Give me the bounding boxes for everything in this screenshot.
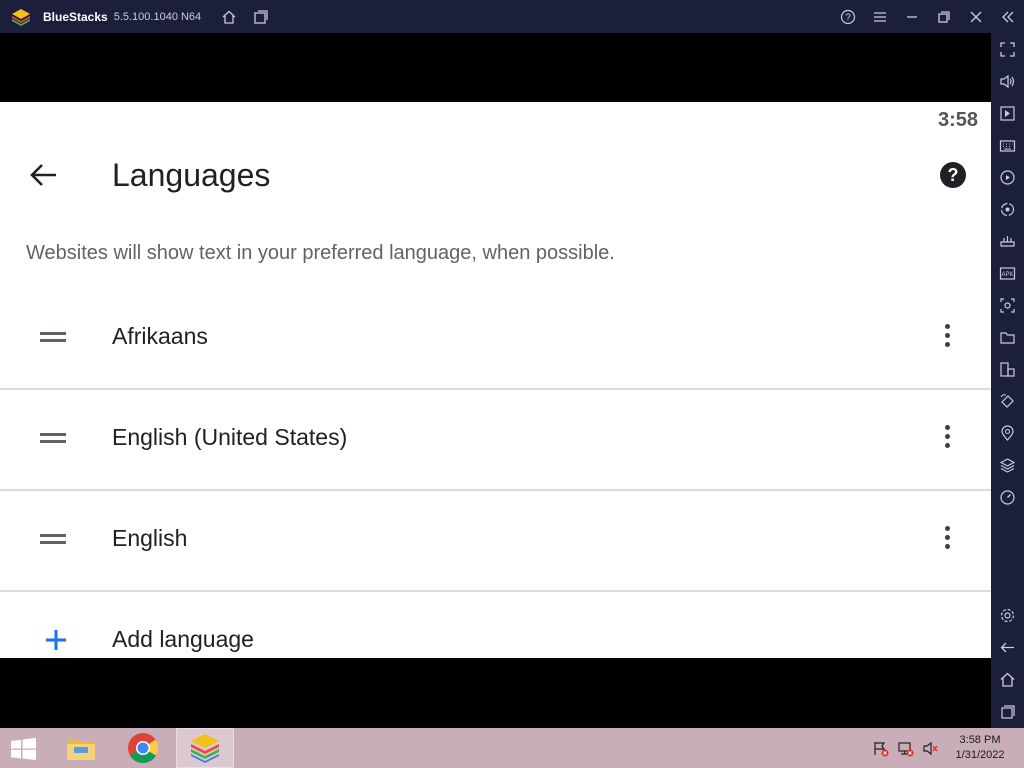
clock-time: 3:58 PM — [959, 734, 1001, 746]
home-icon[interactable] — [221, 9, 237, 25]
help-icon[interactable]: ? — [840, 9, 856, 25]
minimize-icon[interactable] — [904, 9, 920, 25]
add-language-button[interactable]: Add language — [0, 594, 991, 658]
chrome-languages-settings: 3:58 Languages ? Websites will show text… — [0, 102, 991, 658]
menu-icon[interactable] — [872, 9, 888, 25]
system-tray — [872, 740, 939, 762]
help-circle-icon[interactable]: ? — [938, 160, 968, 190]
language-row[interactable]: English (United States) — [0, 391, 991, 491]
folder-icon[interactable] — [999, 329, 1016, 346]
action-center-flag-icon[interactable] — [872, 740, 889, 762]
location-icon[interactable] — [999, 425, 1016, 442]
taskbar-clock[interactable]: 3:58 PM 1/31/2022 — [950, 733, 1010, 763]
bluestacks-icon[interactable] — [176, 728, 234, 768]
language-name: English — [112, 525, 188, 551]
bluestacks-logo — [12, 8, 30, 26]
install-apk-icon[interactable]: APK — [999, 265, 1016, 282]
drag-handle-icon[interactable] — [40, 534, 66, 548]
controls-icon[interactable] — [999, 233, 1016, 250]
svg-text:?: ? — [845, 12, 851, 23]
media-manager-icon[interactable] — [999, 105, 1016, 122]
status-bar-time: 3:58 — [937, 109, 978, 131]
recent-apps-icon[interactable] — [999, 703, 1016, 720]
more-options-icon[interactable] — [938, 425, 956, 455]
more-options-icon[interactable] — [938, 324, 956, 354]
layers-icon[interactable] — [999, 457, 1016, 474]
back-arrow-icon[interactable] — [26, 160, 62, 190]
macro-icon[interactable] — [999, 169, 1016, 186]
app-version: 5.5.100.1040 N64 — [113, 10, 202, 23]
rotate-icon[interactable] — [999, 393, 1016, 410]
bluestacks-titlebar: BlueStacks 5.5.100.1040 N64 ? — [0, 0, 1024, 33]
collapse-sidebar-icon[interactable] — [1000, 9, 1016, 25]
multi-instance-icon[interactable] — [253, 9, 269, 25]
windows-start-icon[interactable] — [10, 738, 37, 760]
bluestacks-sidebar: APK — [991, 33, 1024, 728]
file-explorer-icon[interactable] — [52, 728, 110, 768]
sync-icon[interactable] — [999, 201, 1016, 218]
screenshot-icon[interactable] — [999, 297, 1016, 314]
multi-instance-manager-icon[interactable] — [999, 361, 1016, 378]
svg-text:?: ? — [948, 165, 959, 185]
drag-handle-icon[interactable] — [40, 332, 66, 346]
android-display: 3:58 Languages ? Websites will show text… — [0, 33, 991, 728]
language-row[interactable]: Afrikaans — [0, 290, 991, 390]
language-name: Afrikaans — [112, 323, 208, 349]
plus-icon — [44, 628, 68, 652]
restore-icon[interactable] — [936, 9, 952, 25]
languages-description: Websites will show text in your preferre… — [26, 242, 615, 264]
clock-date: 1/31/2022 — [955, 749, 1005, 761]
windows-taskbar: 3:58 PM 1/31/2022 — [0, 728, 1024, 768]
chrome-icon[interactable] — [114, 728, 172, 768]
back-icon[interactable] — [999, 639, 1016, 656]
svg-text:APK: APK — [1001, 272, 1013, 278]
add-language-label: Add language — [112, 626, 254, 652]
home-icon[interactable] — [999, 671, 1016, 688]
settings-icon[interactable] — [999, 607, 1016, 624]
language-row[interactable]: English — [0, 492, 991, 592]
volume-icon[interactable] — [999, 73, 1016, 90]
drag-handle-icon[interactable] — [40, 433, 66, 447]
volume-muted-icon[interactable] — [922, 740, 939, 762]
more-options-icon[interactable] — [938, 526, 956, 556]
language-name: English (United States) — [112, 424, 348, 450]
performance-icon[interactable] — [999, 489, 1016, 506]
page-title: Languages — [112, 157, 271, 193]
app-name: BlueStacks — [43, 9, 108, 24]
close-icon[interactable] — [968, 9, 984, 25]
keyboard-icon[interactable] — [999, 137, 1016, 154]
network-icon[interactable] — [897, 740, 914, 762]
fullscreen-icon[interactable] — [999, 41, 1016, 58]
